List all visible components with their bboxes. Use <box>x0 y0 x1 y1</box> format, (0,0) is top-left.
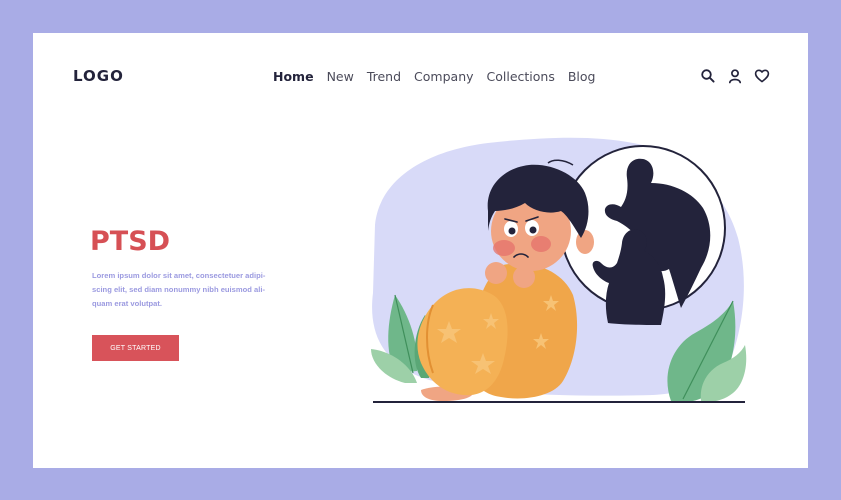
ptsd-illustration <box>371 137 747 403</box>
landing-card: LOGO Home New Trend Company Collections … <box>33 33 808 468</box>
